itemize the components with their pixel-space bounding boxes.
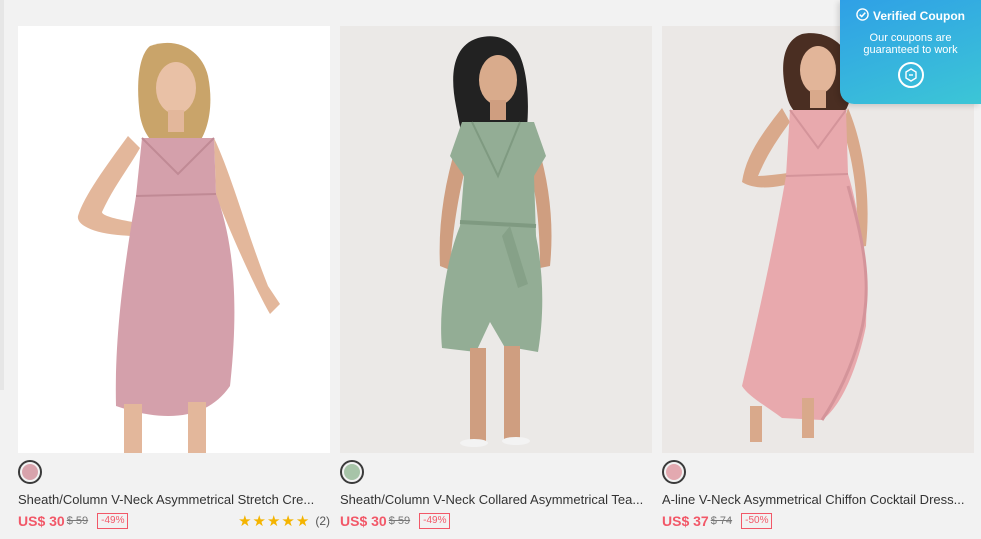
price-row: US$ 30 $ 59 -49% — [340, 511, 652, 531]
chat-icon[interactable] — [897, 62, 924, 88]
product-name[interactable]: Sheath/Column V-Neck Collared Asymmetric… — [340, 491, 652, 509]
coupon-title-text: Verified Coupon — [872, 9, 965, 23]
original-price: $ 74 — [710, 515, 733, 527]
product-listing-page: Sheath/Column V-Neck Asymmetrical Stretc… — [0, 0, 981, 539]
color-swatches — [340, 453, 652, 491]
color-swatch[interactable] — [18, 460, 42, 484]
product-image[interactable] — [18, 26, 330, 453]
star-rating-icon: ★★★★★ — [238, 513, 311, 530]
review-count: (2) — [315, 514, 330, 528]
scroll-edge — [0, 0, 4, 390]
discount-badge: -50% — [741, 513, 773, 529]
coupon-title: Verified Coupon — [840, 8, 981, 24]
color-swatches — [18, 453, 330, 491]
rating[interactable]: ★★★★★ (2) — [238, 512, 330, 530]
verified-coupon-badge[interactable]: Verified Coupon Our coupons are guarante… — [840, 0, 981, 104]
price-row: US$ 37 $ 74 -50% — [662, 511, 974, 531]
sale-price: US$ 30 — [18, 513, 65, 529]
color-swatches — [662, 453, 974, 491]
product-name[interactable]: A-line V-Neck Asymmetrical Chiffon Cockt… — [662, 491, 974, 509]
price-row: US$ 30 $ 59 -49% ★★★★★ (2) — [18, 511, 330, 531]
discount-badge: -49% — [419, 513, 451, 529]
coupon-subtitle: Our coupons are guaranteed to work — [863, 32, 958, 56]
product-grid: Sheath/Column V-Neck Asymmetrical Stretc… — [18, 26, 974, 531]
product-name[interactable]: Sheath/Column V-Neck Asymmetrical Stretc… — [18, 491, 330, 509]
discount-badge: -49% — [97, 513, 129, 529]
product-image[interactable] — [340, 26, 652, 453]
product-card[interactable]: Sheath/Column V-Neck Asymmetrical Stretc… — [18, 26, 330, 531]
color-swatch[interactable] — [340, 460, 364, 484]
color-swatch[interactable] — [662, 460, 686, 484]
sale-price: US$ 30 — [340, 513, 387, 529]
original-price: $ 59 — [388, 515, 411, 527]
sale-price: US$ 37 — [662, 513, 709, 529]
original-price: $ 59 — [66, 515, 89, 527]
check-circle-icon — [856, 8, 869, 24]
product-card[interactable]: Sheath/Column V-Neck Collared Asymmetric… — [340, 26, 652, 531]
